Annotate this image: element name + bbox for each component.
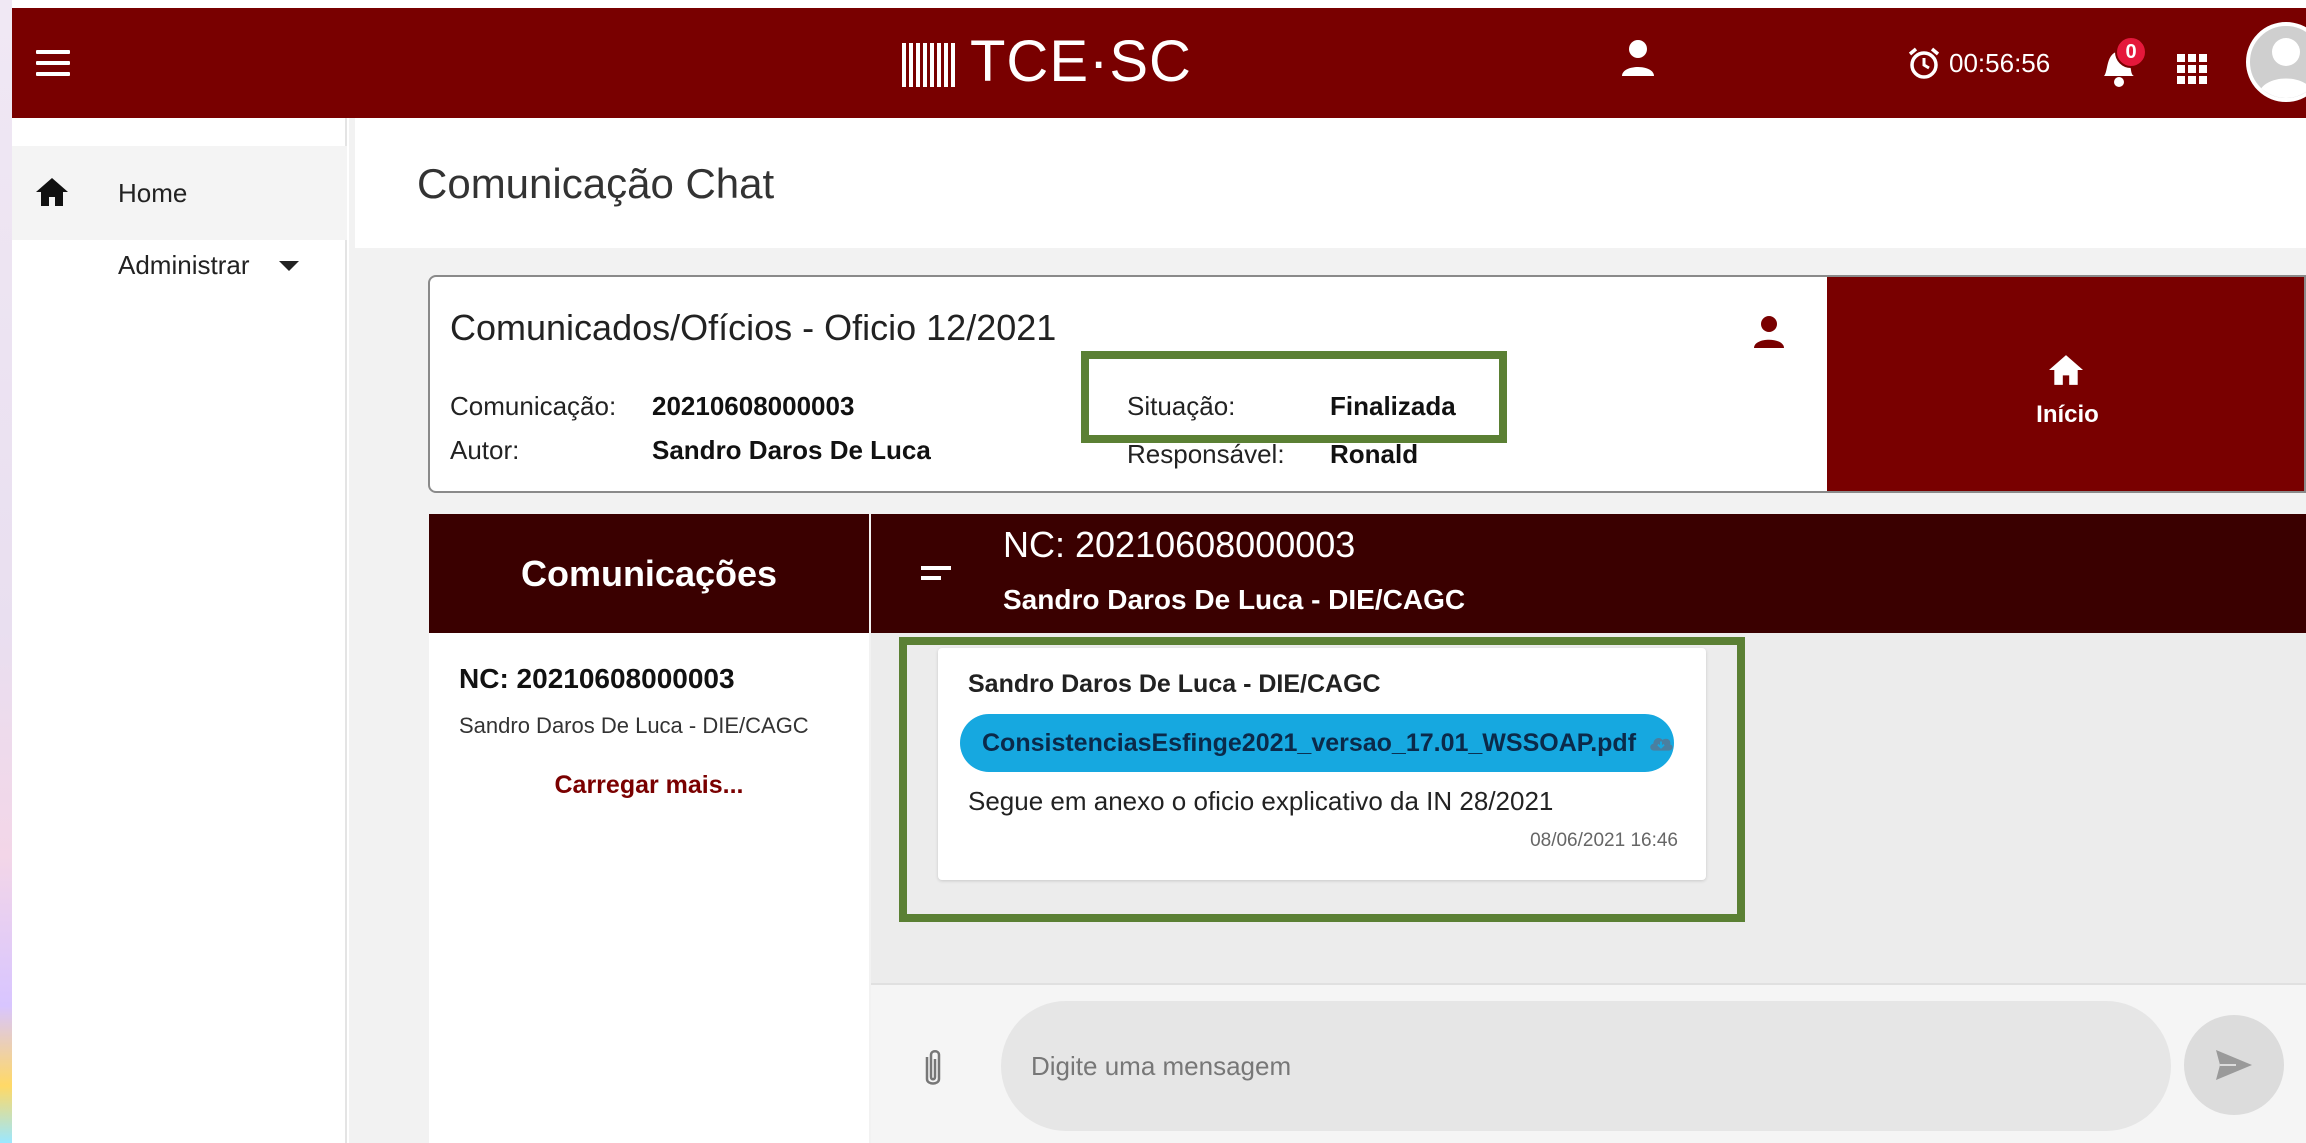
- home-icon: [2046, 353, 2086, 392]
- sidebar-item-administrar[interactable]: Administrar: [118, 250, 300, 281]
- menu-icon[interactable]: [36, 50, 70, 76]
- inicio-button[interactable]: Início: [1827, 277, 2304, 491]
- top-app-bar: TCE·SC 00:56:56 0: [12, 8, 2306, 118]
- send-button[interactable]: [2184, 1015, 2284, 1115]
- load-more-link[interactable]: Carregar mais...: [429, 771, 869, 800]
- autor-value: Sandro Daros De Luca: [652, 435, 931, 465]
- autor-label: Autor:: [450, 435, 520, 465]
- chat-header-nc: NC: 20210608000003: [1003, 524, 1356, 565]
- sidebar-item-label: Administrar: [118, 250, 250, 280]
- logo: TCE·SC: [902, 26, 1192, 96]
- send-icon: [2216, 1050, 2252, 1080]
- message-input[interactable]: [1001, 1001, 2171, 1131]
- communications-list-title: Comunicações: [520, 552, 778, 594]
- sidebar-item-label: Home: [118, 178, 188, 208]
- conversation-nc: NC: 20210608000003: [459, 663, 735, 694]
- compose-bar: [871, 983, 2306, 1143]
- chat-header-author: Sandro Daros De Luca - DIE/CAGC: [1003, 584, 1466, 615]
- caret-down-icon: [279, 260, 300, 271]
- session-timer: 00:56:56: [1907, 46, 2050, 80]
- responsavel-label: Responsável:: [1127, 439, 1285, 469]
- notification-badge: 0: [2115, 36, 2147, 68]
- decorative-background-strip: [0, 0, 12, 1143]
- home-icon: [34, 176, 70, 213]
- communications-list-header: Comunicações: [429, 514, 869, 633]
- user-icon[interactable]: [1620, 38, 1656, 78]
- highlight-box-message: [899, 637, 1745, 922]
- comunicacao-value: 20210608000003: [652, 391, 855, 421]
- highlight-box-situacao: [1081, 351, 1507, 443]
- chat-header: NC: 20210608000003 Sandro Daros De Luca …: [871, 514, 2306, 633]
- sidebar-item-home[interactable]: Home: [12, 146, 347, 240]
- sidebar: Home Administrar: [12, 118, 347, 1143]
- filter-icon[interactable]: [921, 564, 951, 584]
- communication-title: Comunicados/Ofícios - Oficio 12/2021: [450, 307, 1057, 348]
- logo-columns-icon: [902, 35, 962, 87]
- inicio-label: Início: [2036, 401, 2099, 428]
- person-icon[interactable]: [1753, 315, 1785, 354]
- conversation-list: NC: 20210608000003 Sandro Daros De Luca …: [429, 633, 869, 1143]
- timer-text: 00:56:56: [1949, 47, 2051, 78]
- avatar[interactable]: [2246, 22, 2306, 102]
- paperclip-icon[interactable]: [921, 1047, 945, 1089]
- responsavel-value: Ronald: [1330, 439, 1419, 469]
- comunicacao-label: Comunicação:: [450, 391, 617, 421]
- alarm-clock-icon: [1908, 47, 1940, 79]
- conversation-author: Sandro Daros De Luca - DIE/CAGC: [459, 713, 809, 738]
- logo-text: TCE·SC: [970, 28, 1192, 94]
- page-title: Comunicação Chat: [417, 160, 775, 207]
- apps-grid-icon[interactable]: [2177, 54, 2207, 84]
